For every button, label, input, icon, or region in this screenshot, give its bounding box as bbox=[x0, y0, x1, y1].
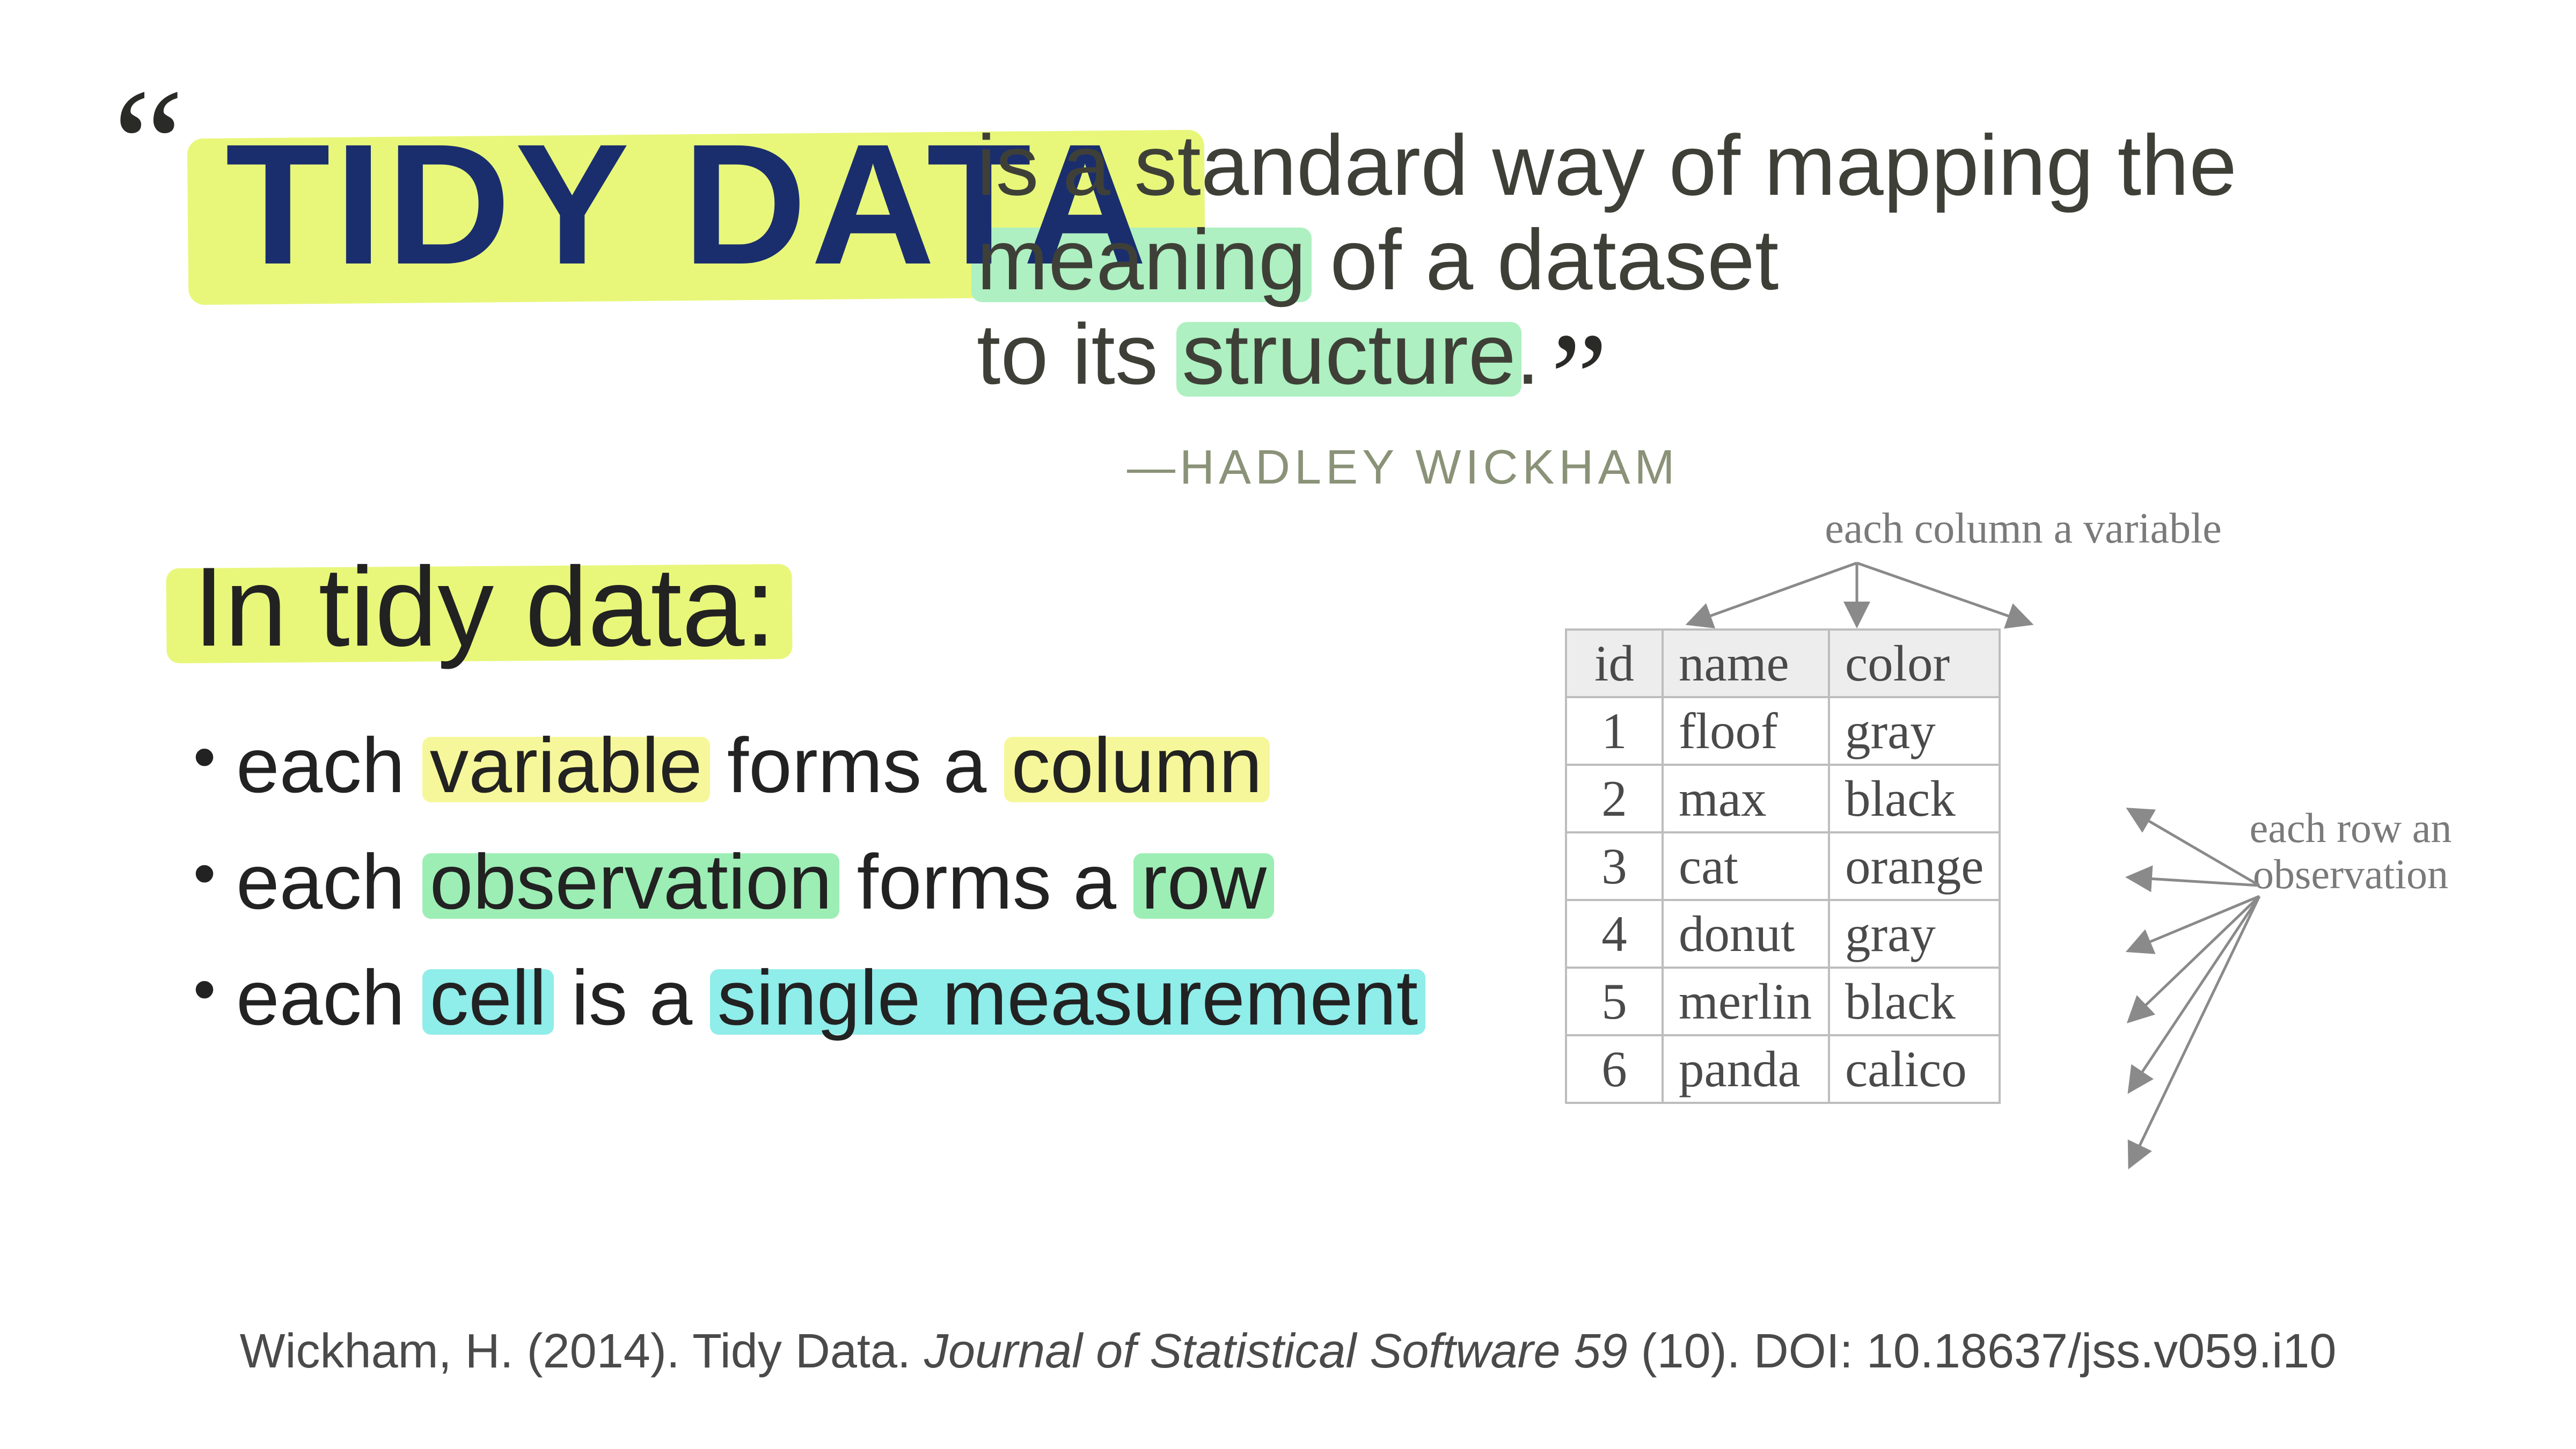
th-color: color bbox=[1829, 630, 2000, 697]
section-heading: In tidy data: bbox=[182, 542, 787, 672]
rule-variable-column: each variable forms a column bbox=[182, 715, 1524, 816]
table-row: 2maxblack bbox=[1566, 765, 2000, 832]
th-id: id bbox=[1566, 630, 1663, 697]
rule-cell-measurement: each cell is a single measurement bbox=[182, 947, 1524, 1049]
open-quote-icon: “ bbox=[113, 129, 168, 161]
hl-cell: cell bbox=[427, 954, 550, 1041]
table-row: 4donutgray bbox=[1566, 900, 2000, 968]
column-annotation: each column a variable bbox=[1589, 504, 2458, 553]
table-row: 3catorange bbox=[1566, 832, 2000, 900]
citation-pre: Wickham, H. (2014). Tidy Data. bbox=[240, 1324, 924, 1378]
quote-hl-meaning: meaning bbox=[977, 211, 1306, 308]
rules-list: each variable forms a column each observ… bbox=[182, 715, 1524, 1049]
table-body: 1floofgray 2maxblack 3catorange 4donutgr… bbox=[1566, 697, 2000, 1103]
table-row: 5merlinblack bbox=[1566, 968, 2000, 1035]
tidy-rules-section: In tidy data: each variable forms a colu… bbox=[182, 542, 1524, 1064]
table-row: 6pandacalico bbox=[1566, 1035, 2000, 1103]
citation: Wickham, H. (2014). Tidy Data. Journal o… bbox=[0, 1324, 2576, 1379]
quote-line3a: to its bbox=[977, 306, 1182, 402]
quote-body: is a standard way of mapping the meaning… bbox=[977, 118, 2372, 401]
quote-line2b: of a dataset bbox=[1306, 211, 1779, 308]
rule-observation-row: each observation forms a row bbox=[182, 831, 1524, 933]
quote-line3c: . bbox=[1516, 306, 1540, 402]
th-name: name bbox=[1663, 630, 1829, 697]
hl-variable: variable bbox=[427, 722, 706, 809]
hl-observation: observation bbox=[427, 838, 836, 925]
quote-line1: is a standard way of mapping the bbox=[977, 117, 2237, 213]
hl-row: row bbox=[1138, 838, 1270, 925]
table-row: 1floofgray bbox=[1566, 697, 2000, 765]
quote-hl-structure: structure bbox=[1182, 306, 1516, 402]
table-header-row: id name color bbox=[1566, 630, 2000, 697]
quote-attribution: —HADLEY WICKHAM bbox=[1127, 440, 1679, 495]
col-arrows-svg bbox=[1589, 559, 2125, 628]
row-arrows-svg bbox=[2104, 778, 2426, 1234]
hl-column: column bbox=[1008, 722, 1265, 809]
citation-post: (10). DOI: 10.18637/jss.v059.i10 bbox=[1628, 1324, 2337, 1378]
column-arrows bbox=[1589, 559, 2125, 628]
citation-journal: Journal of Statistical Software 59 bbox=[924, 1324, 1628, 1378]
example-table: id name color 1floofgray 2maxblack 3cato… bbox=[1565, 628, 2001, 1104]
hl-measurement: single measurement bbox=[714, 954, 1422, 1041]
